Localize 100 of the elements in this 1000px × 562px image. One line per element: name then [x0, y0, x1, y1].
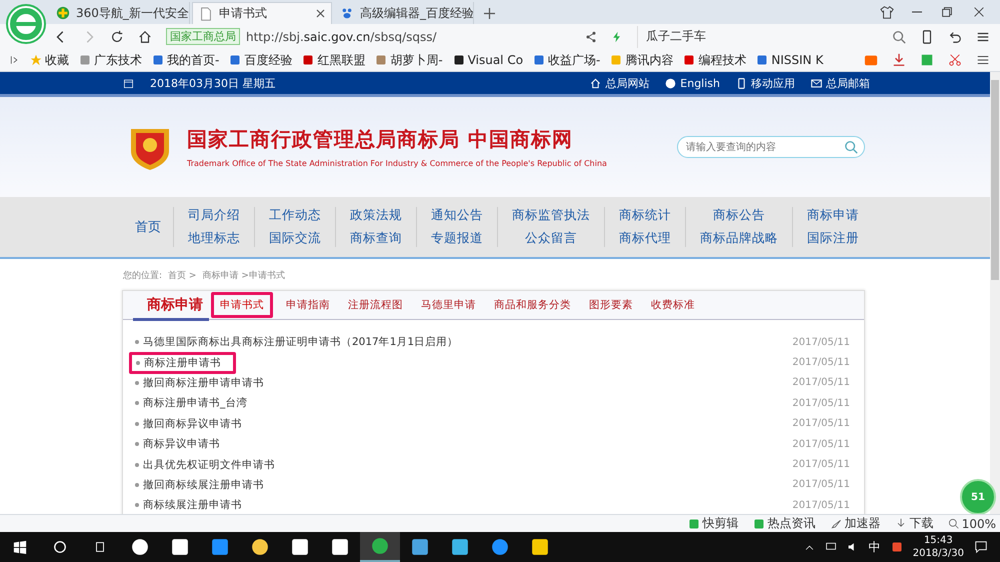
status-item[interactable]: 下载 [894, 515, 934, 532]
site-search-field[interactable]: 请输入要查询的内容 [677, 136, 865, 158]
globe-icon [665, 78, 676, 88]
undo-icon [948, 30, 962, 44]
nav-link[interactable]: 首页 [123, 218, 173, 236]
scrollbar[interactable] [990, 72, 1000, 514]
document-link[interactable]: 马德里国际商标出具商标注册证明申请书（2017年1月1日启用） [129, 332, 464, 352]
sidebar-toggle-icon [10, 54, 20, 66]
bookmark[interactable]: Visual Co [452, 53, 524, 67]
document-date: 2017/05/11 [792, 357, 850, 368]
nav-link[interactable]: 商标品牌战略 [700, 230, 778, 247]
document-link[interactable]: 撤回商标异议申请书 [129, 414, 248, 434]
document-link[interactable]: 撤回商标注册申请申请书 [129, 372, 270, 393]
ime-indicator[interactable]: 中 [868, 538, 881, 556]
sub-tab[interactable]: 马德里申请 [416, 294, 481, 316]
sogou-icon [890, 541, 903, 553]
bookmark-icon [79, 54, 91, 66]
scissors-icon [948, 53, 962, 67]
nav-link[interactable]: 地理标志 [188, 230, 240, 247]
document-link[interactable]: 商标异议申请书 [129, 434, 226, 454]
status-item[interactable]: 快剪辑 [688, 515, 739, 532]
bookmark[interactable]: 百度经验 [229, 52, 292, 68]
bookmark-icon [375, 54, 388, 66]
bookmark[interactable]: 红黑联盟 [302, 52, 366, 68]
restore-icon [940, 5, 954, 19]
nav-link[interactable]: 通知公告 [431, 207, 483, 224]
shield-icon [56, 6, 70, 20]
bookmark[interactable]: 收藏 [30, 52, 69, 68]
nav-link[interactable]: 商标代理 [619, 230, 671, 247]
search-input[interactable]: 请输入要查询的内容 [684, 140, 844, 154]
site-title: 国家工商行政管理总局商标局 中国商标网 [187, 126, 574, 153]
nav-link[interactable]: 商标查询 [350, 230, 402, 247]
breadcrumb-label: 您的位置: [123, 270, 162, 282]
browser-tab[interactable]: 申请书式 [192, 2, 332, 24]
circle-icon [53, 540, 67, 554]
document-date: 2017/05/11 [792, 438, 850, 450]
app-icon [171, 538, 189, 556]
nav-link[interactable]: 政策法规 [350, 207, 402, 224]
nav-link[interactable]: 专题报道 [431, 230, 483, 247]
minimize-icon [912, 11, 922, 13]
new-tab-icon[interactable] [484, 8, 495, 19]
top-link[interactable]: 总局网站 [590, 76, 650, 90]
bookmark[interactable]: 胡萝卜周- [375, 52, 443, 68]
news-icon [752, 518, 765, 530]
bookmark-icon [152, 54, 164, 66]
document-link[interactable]: 出具优先权证明文件申请书 [129, 454, 281, 475]
breadcrumb-link[interactable]: 商标申请 >申请书式 [202, 269, 285, 282]
sub-tab[interactable]: 申请指南 [281, 294, 335, 316]
clock[interactable]: 15:43 2018/3/30 [912, 534, 964, 560]
app-icon [531, 538, 549, 556]
address-field[interactable]: 国家工商总局 http://sbj.saic.gov.cn/sbsq/sqss/ [166, 26, 571, 46]
nav-link[interactable]: 司局介绍 [188, 207, 240, 224]
nav-link[interactable]: 商标申请 [807, 207, 859, 224]
document-date: 2017/05/11 [792, 459, 850, 470]
sub-tab[interactable]: 申请书式 [211, 292, 273, 318]
top-link[interactable]: English [665, 76, 720, 90]
notification-icon [974, 540, 988, 554]
app-icon [291, 538, 309, 556]
sub-tab[interactable]: 图形要素 [584, 294, 638, 316]
search-field[interactable]: 瓜子二手车 [637, 26, 878, 48]
status-item[interactable]: 加速器 [830, 515, 881, 532]
sub-tab[interactable]: 注册流程图 [343, 294, 408, 316]
document-date: 2017/05/11 [792, 336, 850, 348]
nav-link[interactable]: 工作动态 [269, 207, 321, 224]
nav-link[interactable]: 国际交流 [269, 230, 321, 247]
bookmark[interactable]: 我的首页- [152, 52, 220, 68]
phone-icon [736, 78, 747, 88]
nav-link[interactable]: 商标统计 [619, 207, 671, 224]
nav-link[interactable]: 国际注册 [807, 230, 859, 247]
bookmark[interactable]: NISSIN K [756, 53, 824, 67]
bookmark-icon [302, 54, 314, 66]
mail-icon [811, 78, 822, 88]
document-link[interactable]: 撤回商标续展注册申请书 [129, 474, 270, 495]
document-date: 2017/05/11 [792, 418, 850, 430]
zoom-level[interactable]: 100% [948, 516, 996, 530]
date-text: 2018年03月30日 星期五 [150, 76, 276, 90]
bookmark[interactable]: 编程技术 [683, 52, 746, 68]
bookmark[interactable]: 广东技术 [79, 52, 142, 68]
bookmark[interactable]: 腾讯内容 [610, 52, 674, 68]
sub-tab[interactable]: 商品和服务分类 [489, 294, 576, 316]
status-item[interactable]: 热点资讯 [752, 515, 816, 532]
nav-link[interactable]: 商标公告 [713, 207, 765, 224]
bookmark[interactable]: 收益广场- [533, 52, 600, 68]
close-icon[interactable] [316, 9, 325, 18]
site-subtitle: Trademark Office of The State Administration For Industry & Commerce of the People's Republic of China [187, 159, 607, 168]
top-link[interactable]: 移动应用 [736, 76, 795, 90]
nav-link[interactable]: 商标监管执法 [512, 207, 590, 224]
bookmark-icon [229, 54, 242, 66]
close-icon [972, 5, 986, 19]
document-link[interactable]: 商标注册申请书_台湾 [129, 393, 254, 414]
breadcrumb-link[interactable]: 首页 > [168, 269, 196, 282]
tv-icon [864, 53, 878, 67]
download-icon [892, 53, 906, 67]
document-link[interactable]: 商标注册申请书 [129, 352, 236, 374]
document-date: 2017/05/11 [792, 398, 850, 409]
sub-tab[interactable]: 收费标准 [646, 294, 700, 316]
search-icon [844, 140, 858, 154]
nav-link[interactable]: 公众留言 [525, 230, 577, 247]
bookmark-icon [756, 54, 768, 66]
top-link[interactable]: 总局邮箱 [811, 76, 870, 90]
